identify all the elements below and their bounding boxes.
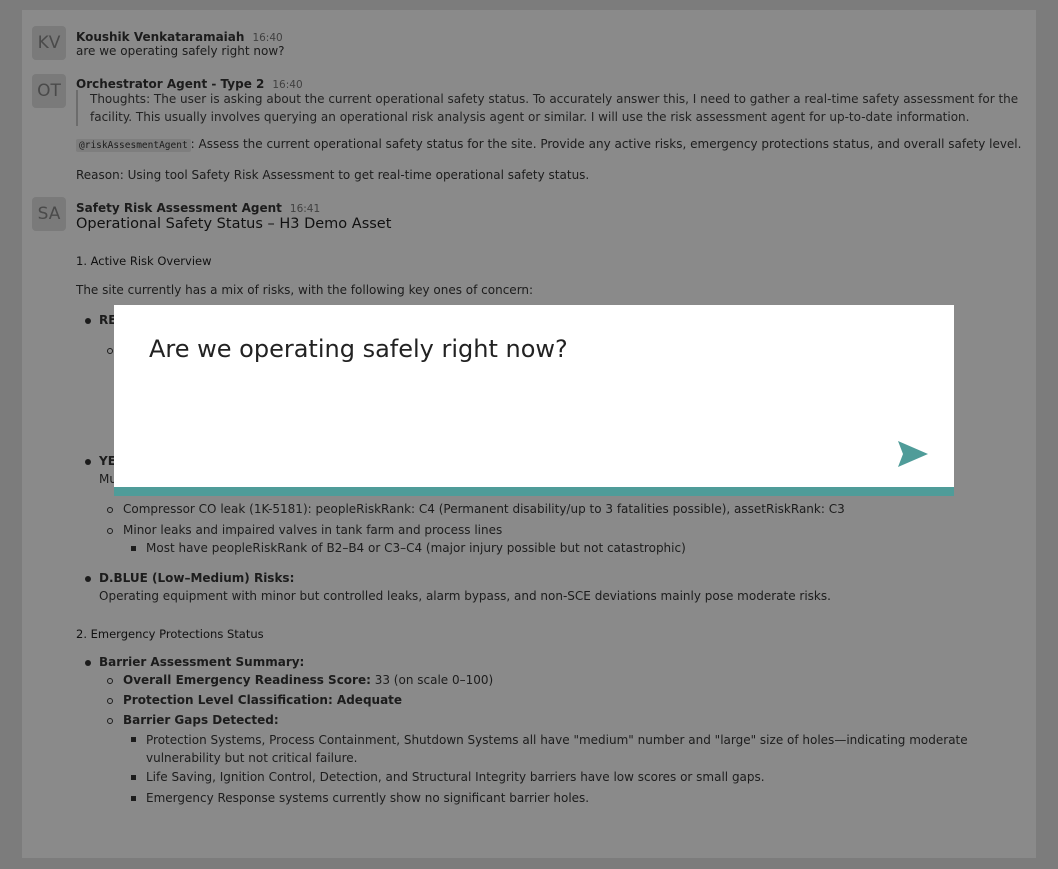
report-heading: Operational Safety Status – H3 Demo Asse… [76,216,392,232]
send-icon[interactable] [896,439,930,469]
gap-item: Emergency Response systems currently sho… [146,791,590,805]
timestamp: 16:40 [252,32,283,44]
sub-bullet [107,698,113,704]
sub-bullet [107,718,113,724]
risk-rank-note: Most have peopleRiskRank of B2–B4 or C3–… [146,541,686,555]
user-message-text: are we operating safely right now? [76,44,285,58]
thoughts-quote: Thoughts: The user is asking about the c… [76,90,1030,126]
sub-bullet [107,348,113,354]
sub-bullet [107,528,113,534]
avatar-ot: OT [32,74,66,108]
gap-item: Protection Systems, Process Containment,… [146,733,968,765]
instruction-text: : Assess the current operational safety … [190,137,1022,151]
square-bullet [131,775,136,780]
readiness-value: 33 (on scale 0–100) [370,673,494,687]
square-bullet [131,737,136,742]
dblue-title: D.BLUE (Low–Medium) Risks: [99,571,295,585]
query-modal[interactable]: Are we operating safely right now? [114,305,954,487]
readiness-score: Overall Emergency Readiness Score: 33 (o… [123,673,493,687]
query-input[interactable]: Are we operating safely right now? [149,335,568,363]
agent-mention[interactable]: @riskAssesmentAgent [76,139,191,152]
message-header-safety: Safety Risk Assessment Agent 16:41 [76,197,320,216]
dblue-text: Operating equipment with minor but contr… [99,589,831,603]
orchestrator-instruction: @riskAssesmentAgent: Assess the current … [76,137,1022,152]
reason-text: Reason: Using tool Safety Risk Assessmen… [76,168,590,182]
protection-level: Protection Level Classification: Adequat… [123,693,403,707]
bullet [85,318,91,324]
avatar-kv: KV [32,26,66,60]
square-bullet [131,546,136,551]
bullet [85,576,91,582]
minor-leaks: Minor leaks and impaired valves in tank … [123,523,503,537]
section-active-risk: 1. Active Risk Overview [76,254,212,268]
gap-item: Life Saving, Ignition Control, Detection… [146,770,765,784]
message-header-user: Koushik Venkataramaiah 16:40 [76,26,283,45]
sender-name[interactable]: Orchestrator Agent - Type 2 [76,77,264,91]
bullet [85,660,91,666]
modal-accent-bar [114,487,954,496]
gaps-title: Barrier Gaps Detected: [123,713,279,727]
square-bullet [131,796,136,801]
sender-name[interactable]: Koushik Venkataramaiah [76,30,244,44]
timestamp: 16:41 [289,203,321,215]
bullet [85,459,91,465]
barrier-summary: Barrier Assessment Summary: [99,655,305,669]
sender-name[interactable]: Safety Risk Assessment Agent [76,201,282,215]
compressor-risk: Compressor CO leak (1K-5181): peopleRisk… [123,502,845,516]
section-emergency: 2. Emergency Protections Status [76,627,264,641]
readiness-label: Overall Emergency Readiness Score: [123,673,371,687]
sub-bullet [107,507,113,513]
sub-bullet [107,678,113,684]
avatar-sa: SA [32,197,66,231]
risk-intro: The site currently has a mix of risks, w… [76,283,534,297]
